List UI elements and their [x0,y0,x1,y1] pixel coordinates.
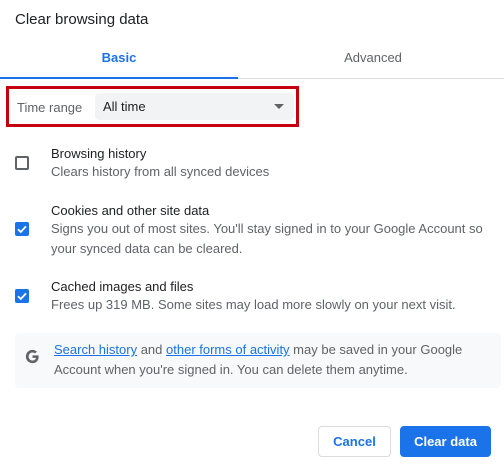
tab-advanced[interactable]: Advanced [254,42,492,78]
caret-down-icon [274,104,284,109]
info-text: Search history and other forms of activi… [54,340,484,380]
dialog-title: Clear browsing data [15,11,149,28]
search-history-link[interactable]: Search history [54,342,137,357]
time-range-value: All time [103,99,146,114]
option-title: Cached images and files [51,279,194,294]
cancel-button[interactable]: Cancel [318,426,391,457]
option-title: Cookies and other site data [51,203,210,218]
google-g-icon [25,349,39,364]
other-activity-link[interactable]: other forms of activity [166,342,290,357]
info-box: Search history and other forms of activi… [15,333,501,388]
time-range-highlight: Time range All time [6,86,299,127]
option-description: Frees up 319 MB. Some sites may load mor… [51,297,456,312]
time-range-label: Time range [17,100,83,115]
cached-images-checkbox[interactable] [15,289,29,303]
option-description: Clears history from all synced devices [51,164,270,179]
checkmark-icon [17,225,27,234]
tab-basic[interactable]: Basic [0,42,238,79]
time-range-select[interactable]: All time [95,93,294,120]
option-title: Browsing history [51,146,147,161]
cookies-checkbox[interactable] [15,222,29,236]
checkmark-icon [17,292,27,301]
option-description: Signs you out of most sites. You'll stay… [51,221,483,256]
info-and: and [137,342,167,357]
browsing-history-checkbox[interactable] [15,156,29,170]
clear-data-button[interactable]: Clear data [400,426,491,457]
tab-bar: Basic Advanced [0,42,504,79]
